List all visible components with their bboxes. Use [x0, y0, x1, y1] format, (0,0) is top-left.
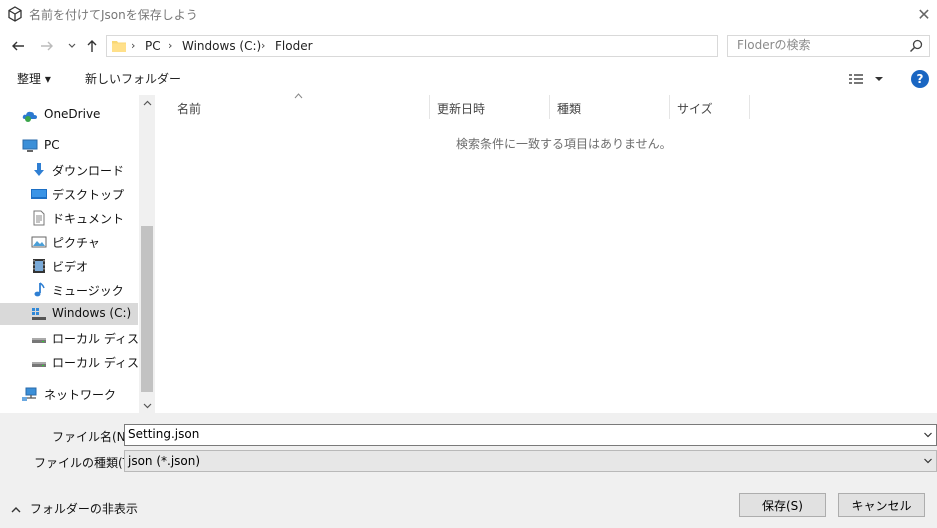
command-toolbar: 整理 ▾ 新しいフォルダー ?: [0, 64, 937, 94]
navigation-pane: OneDrive PC ダウンロード デスクトップ ドキュメント ピクチャ ビデ…: [0, 95, 155, 413]
filename-history-dropdown[interactable]: [922, 429, 934, 441]
nav-item-documents[interactable]: ドキュメント: [0, 207, 138, 229]
cancel-button[interactable]: キャンセル: [838, 493, 925, 517]
nav-label: OneDrive: [44, 107, 101, 121]
hide-folders-label: フォルダーの非表示: [29, 502, 138, 516]
music-icon: [34, 282, 45, 297]
empty-message: 検索条件に一致する項目はありません。: [456, 137, 672, 151]
nav-label: ローカル ディスク (I:: [52, 332, 138, 346]
filename-field[interactable]: [124, 424, 937, 446]
chevron-up-icon: [11, 506, 21, 512]
forward-button[interactable]: [37, 36, 57, 56]
nav-item-local-disk-i[interactable]: ローカル ディスク (I:: [0, 327, 138, 349]
address-bar[interactable]: › PC › Windows (C:) › Floder: [106, 35, 818, 57]
chevron-down-icon: [68, 43, 76, 48]
desktop-icon: [31, 189, 47, 199]
organize-menu-button[interactable]: 整理 ▾: [17, 70, 51, 87]
column-header-label: 種類: [557, 102, 582, 116]
nav-label: Windows (C:): [52, 306, 132, 320]
nav-label: ビデオ: [52, 260, 89, 274]
folder-icon: [112, 41, 126, 52]
nav-label: ミュージック: [52, 284, 124, 298]
sort-ascending-icon: [294, 92, 303, 102]
chevron-up-icon: [143, 100, 151, 105]
chevron-down-icon: [924, 432, 932, 438]
file-list[interactable]: 名前 更新日時 種類 サイズ 検索条件に一致する項目はありません。: [156, 92, 937, 413]
column-header-date[interactable]: 更新日時: [430, 95, 550, 119]
unity-icon: [8, 6, 22, 22]
nav-item-downloads[interactable]: ダウンロード: [0, 159, 138, 181]
nav-label: ダウンロード: [52, 164, 125, 178]
breadcrumb-floder[interactable]: Floder: [275, 39, 313, 53]
search-icon: [909, 39, 923, 53]
filetype-select[interactable]: json (*.json): [124, 450, 937, 472]
address-row: › PC › Windows (C:) › Floder: [0, 32, 937, 60]
up-arrow-icon: [87, 40, 97, 52]
nav-item-network[interactable]: ネットワーク: [0, 383, 138, 405]
nav-scrollbar[interactable]: [139, 95, 155, 413]
up-button[interactable]: [82, 36, 102, 56]
network-icon: [22, 387, 37, 401]
pictures-icon: [31, 236, 47, 248]
nav-item-onedrive[interactable]: OneDrive: [0, 104, 138, 126]
column-header-type[interactable]: 種類: [550, 95, 670, 119]
breadcrumb-windows-c[interactable]: Windows (C:): [182, 39, 261, 53]
save-button[interactable]: 保存(S): [739, 493, 826, 517]
nav-label: ネットワーク: [44, 388, 117, 402]
scroll-down-button[interactable]: [139, 397, 155, 413]
breadcrumb-separator: ›: [131, 39, 136, 52]
document-icon: [33, 210, 45, 226]
breadcrumb-pc[interactable]: PC: [145, 39, 161, 53]
back-arrow-icon: [12, 41, 24, 51]
download-icon: [34, 163, 44, 176]
filename-label: ファイル名(N):: [52, 430, 135, 444]
recent-locations-button[interactable]: [62, 36, 82, 56]
nav-label: PC: [44, 138, 60, 152]
help-button[interactable]: ?: [911, 70, 929, 88]
chevron-down-icon: [924, 458, 932, 464]
search-input[interactable]: [737, 38, 907, 52]
nav-item-desktop[interactable]: デスクトップ: [0, 183, 138, 205]
view-options-icon[interactable]: [846, 71, 886, 87]
column-header-label: 名前: [177, 102, 202, 116]
nav-item-windows-c[interactable]: Windows (C:): [0, 303, 138, 325]
onedrive-icon: [22, 111, 37, 122]
column-header-label: サイズ: [677, 102, 713, 116]
drive-icon: [32, 338, 46, 343]
nav-label: デスクトップ: [52, 188, 125, 202]
video-icon: [33, 259, 45, 273]
filename-input[interactable]: [128, 427, 908, 441]
nav-label: ピクチャ: [52, 236, 100, 250]
nav-label: ドキュメント: [52, 212, 125, 226]
chevron-down-icon: [143, 403, 151, 408]
filetype-dropdown[interactable]: [922, 455, 934, 467]
close-button[interactable]: ✕: [911, 0, 937, 28]
new-folder-button[interactable]: 新しいフォルダー: [85, 70, 181, 87]
back-button[interactable]: [8, 36, 28, 56]
breadcrumb-separator: ›: [168, 39, 173, 52]
hide-folders-toggle[interactable]: フォルダーの非表示: [11, 500, 138, 517]
column-header-name[interactable]: 名前: [156, 92, 430, 119]
column-header-label: 更新日時: [437, 102, 486, 116]
column-header-size[interactable]: サイズ: [670, 95, 750, 119]
window-title: 名前を付けてJsonを保存しよう: [29, 8, 198, 22]
nav-item-local-disk-x[interactable]: ローカル ディスク (X: [0, 351, 138, 373]
drive-icon: [32, 362, 46, 367]
pc-icon: [22, 139, 38, 152]
nav-label: ローカル ディスク (X: [52, 356, 138, 370]
scroll-thumb[interactable]: [141, 226, 153, 392]
save-form-panel: ファイル名(N): ファイルの種類(T): json (*.json) フォルダ…: [0, 413, 937, 528]
filetype-value: json (*.json): [128, 454, 201, 468]
title-bar: 名前を付けてJsonを保存しよう ✕: [0, 0, 937, 28]
nav-item-pc[interactable]: PC: [0, 135, 138, 157]
search-box[interactable]: [727, 35, 930, 57]
scroll-up-button[interactable]: [139, 95, 155, 111]
breadcrumb-separator: ›: [261, 39, 266, 52]
nav-item-videos[interactable]: ビデオ: [0, 255, 138, 277]
nav-item-pictures[interactable]: ピクチャ: [0, 231, 138, 253]
forward-arrow-icon: [41, 41, 53, 51]
nav-item-music[interactable]: ミュージック: [0, 279, 138, 301]
windows-drive-icon: [32, 308, 46, 320]
